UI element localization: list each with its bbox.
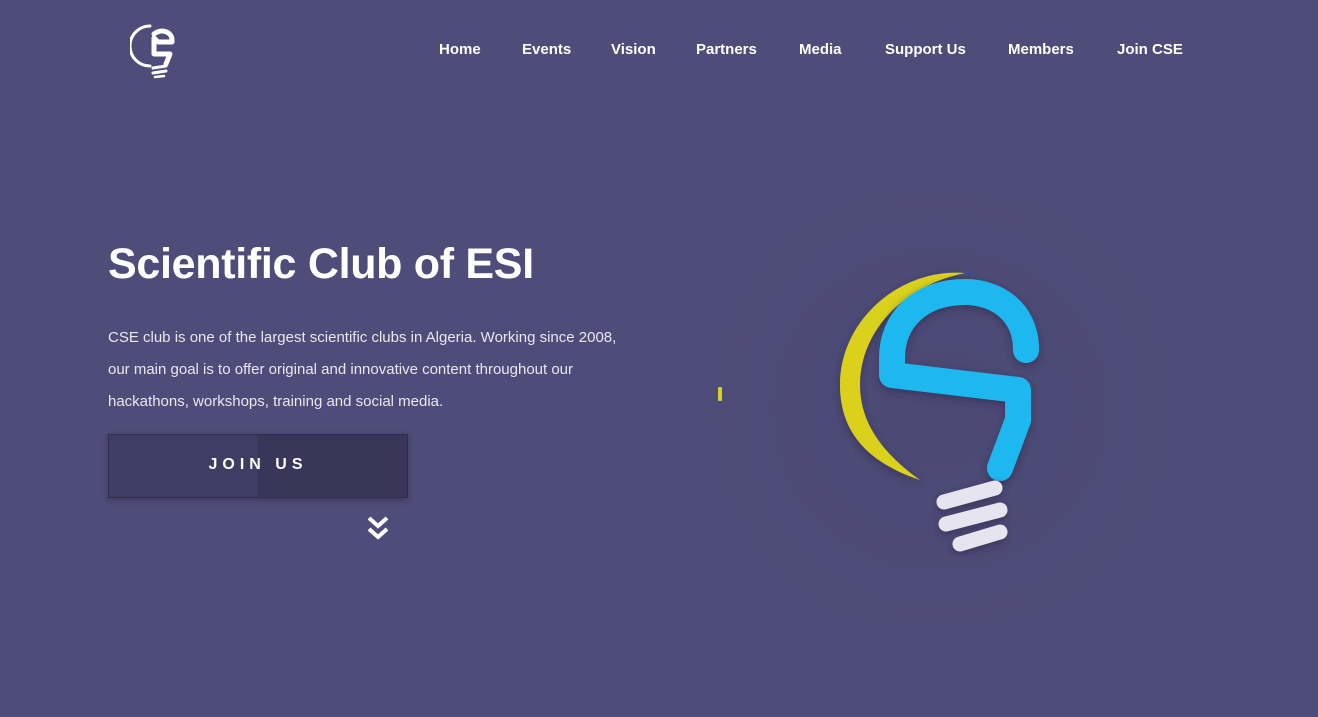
join-us-button[interactable]: JOIN US <box>108 434 408 498</box>
nav-item-partners[interactable]: Partners <box>696 38 757 62</box>
nav-item-join-cse[interactable]: Join CSE <box>1117 38 1183 62</box>
nav-item-vision[interactable]: Vision <box>611 38 656 62</box>
page: Home Events Vision Partners Media Suppor… <box>0 0 1318 717</box>
nav-item-support-us[interactable]: Support Us <box>885 38 966 62</box>
spark-accent <box>718 387 722 401</box>
nav-item-members[interactable]: Members <box>1008 38 1074 62</box>
cse-logo-icon[interactable] <box>130 20 182 80</box>
hero-description: CSE club is one of the largest scientifi… <box>108 329 617 410</box>
nav-item-events[interactable]: Events <box>522 38 571 62</box>
nav-item-media[interactable]: Media <box>799 38 842 62</box>
cse-lightbulb-illustration-icon <box>840 272 1039 552</box>
double-chevron-down-icon[interactable] <box>366 514 390 544</box>
hero-title: Scientific Club of ESI <box>108 240 534 288</box>
nav-item-home[interactable]: Home <box>439 38 481 62</box>
join-us-button-label: JOIN US <box>208 456 308 473</box>
